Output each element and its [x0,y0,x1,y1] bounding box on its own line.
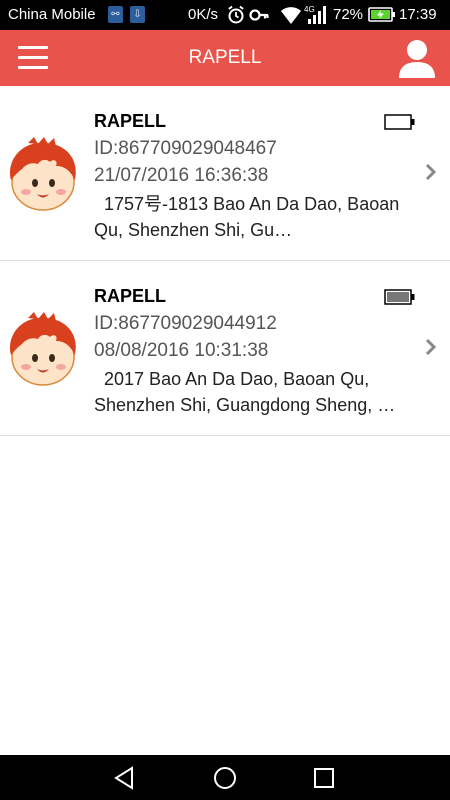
status-bar: China Mobile ⚯ ⇩ 0K/s 4G 72% 17:39 [0,0,450,30]
key-icon [249,9,269,21]
device-name: RAPELL [94,286,166,306]
battery-full-icon [384,289,415,305]
usb-icon: ⚯ [108,6,123,23]
device-list-item[interactable]: RAPELL ID:867709029044912 08/08/2016 10:… [0,261,450,436]
download-icon: ⇩ [130,6,145,23]
network-speed: 0K/s [188,6,219,23]
device-name: RAPELL [94,111,166,131]
wifi-icon [281,7,301,24]
device-id: ID:867709029044912 [94,313,277,334]
device-id: ID:867709029048467 [94,138,277,159]
battery-charging-icon [368,7,395,22]
avatar-icon [10,137,76,211]
device-timestamp: 08/08/2016 10:31:38 [94,340,269,361]
device-timestamp: 21/07/2016 16:36:38 [94,165,269,186]
chevron-right-icon [425,163,437,181]
battery-empty-icon [384,114,415,130]
app-bar: RAPELL [0,30,450,86]
battery-percent: 72% [333,6,364,23]
device-list: RAPELL ID:867709029048467 21/07/2016 16:… [0,86,450,436]
app-screen: China Mobile ⚯ ⇩ 0K/s 4G 72% 17:39 RAPEL… [0,0,450,800]
device-list-item[interactable]: RAPELL ID:867709029048467 21/07/2016 16:… [0,86,450,261]
user-profile-icon[interactable] [394,36,440,82]
alarm-clock-icon [228,5,244,24]
app-title: RAPELL [188,47,262,68]
cell-signal-icon: 4G [304,5,326,24]
back-triangle-icon[interactable] [110,763,140,793]
carrier-label: China Mobile [8,6,96,23]
avatar-icon [10,312,76,386]
chevron-right-icon [425,338,437,356]
recents-square-icon[interactable] [309,763,339,793]
home-circle-icon[interactable] [210,763,240,793]
device-address: 2017 Bao An Da Dao, Baoan Qu, Shenzhen S… [94,369,396,415]
clock: 17:39 [399,6,437,23]
network-type-label: 4G [304,5,315,14]
system-nav-bar [0,755,450,800]
device-address: 1757号-1813 Bao An Da Dao, Baoan Qu, Shen… [94,194,405,240]
